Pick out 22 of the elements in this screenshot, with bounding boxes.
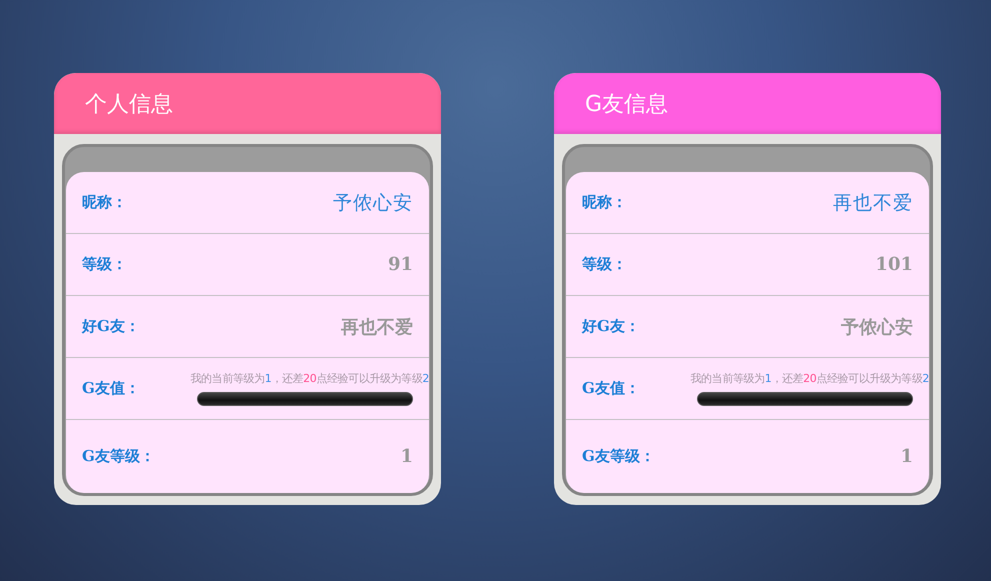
field-value: 再也不爱 xyxy=(341,316,413,338)
field-label: G友等级： xyxy=(582,447,655,466)
field-value: 101 xyxy=(875,254,913,275)
field-label: 昵称： xyxy=(582,193,627,212)
field-value: 1 xyxy=(900,446,913,467)
field-label: G友值： xyxy=(82,379,140,398)
field-label: 昵称： xyxy=(82,193,127,212)
progress-caption: 我的当前等级为1，还差20点经验可以升级为等级2 xyxy=(190,371,429,386)
field-label: 等级： xyxy=(582,255,627,274)
field-label: G友值： xyxy=(582,379,640,398)
field-value: 91 xyxy=(388,254,413,275)
card-title: G友信息 xyxy=(585,90,668,118)
field-value: 1 xyxy=(400,446,413,467)
field-label: 好G友： xyxy=(582,317,640,336)
progress-caption: 我的当前等级为1，还差20点经验可以升级为等级2 xyxy=(690,371,929,386)
card-title: 个人信息 xyxy=(85,90,173,118)
field-label: 好G友： xyxy=(82,317,140,336)
field-value: 予侬心安 xyxy=(841,316,913,338)
nickname-value: 再也不爱 xyxy=(833,190,913,216)
field-label: 等级： xyxy=(82,255,127,274)
field-label: G友等级： xyxy=(82,447,155,466)
nickname-value: 予侬心安 xyxy=(333,190,413,216)
